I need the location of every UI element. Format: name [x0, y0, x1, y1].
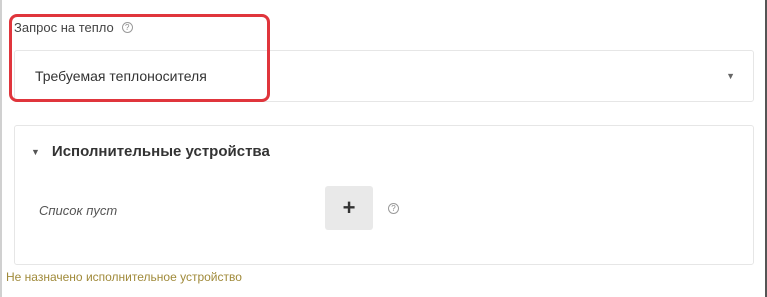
heat-request-label-row: Запрос на тепло ? [14, 20, 133, 35]
settings-panel: Запрос на тепло ? Требуемая теплоносител… [0, 0, 767, 297]
actuators-panel-header[interactable]: ▼ Исполнительные устройства [31, 143, 270, 160]
warning-message: Не назначено исполнительное устройство [6, 270, 242, 284]
chevron-down-icon: ▼ [726, 71, 735, 81]
help-icon[interactable]: ? [388, 203, 399, 214]
heat-request-selected-value: Требуемая теплоносителя [35, 68, 207, 84]
actuators-title: Исполнительные устройства [51, 143, 270, 160]
actuators-panel: ▼ Исполнительные устройства Список пуст … [14, 125, 754, 265]
heat-request-select[interactable]: Требуемая теплоносителя ▼ [14, 50, 754, 102]
empty-list-text: Список пуст [39, 203, 118, 218]
left-border [0, 0, 2, 297]
heat-request-label: Запрос на тепло [14, 20, 114, 35]
help-icon[interactable]: ? [121, 22, 133, 33]
add-actuator-button[interactable]: + [325, 186, 373, 230]
collapse-arrow-icon: ▼ [31, 146, 40, 157]
